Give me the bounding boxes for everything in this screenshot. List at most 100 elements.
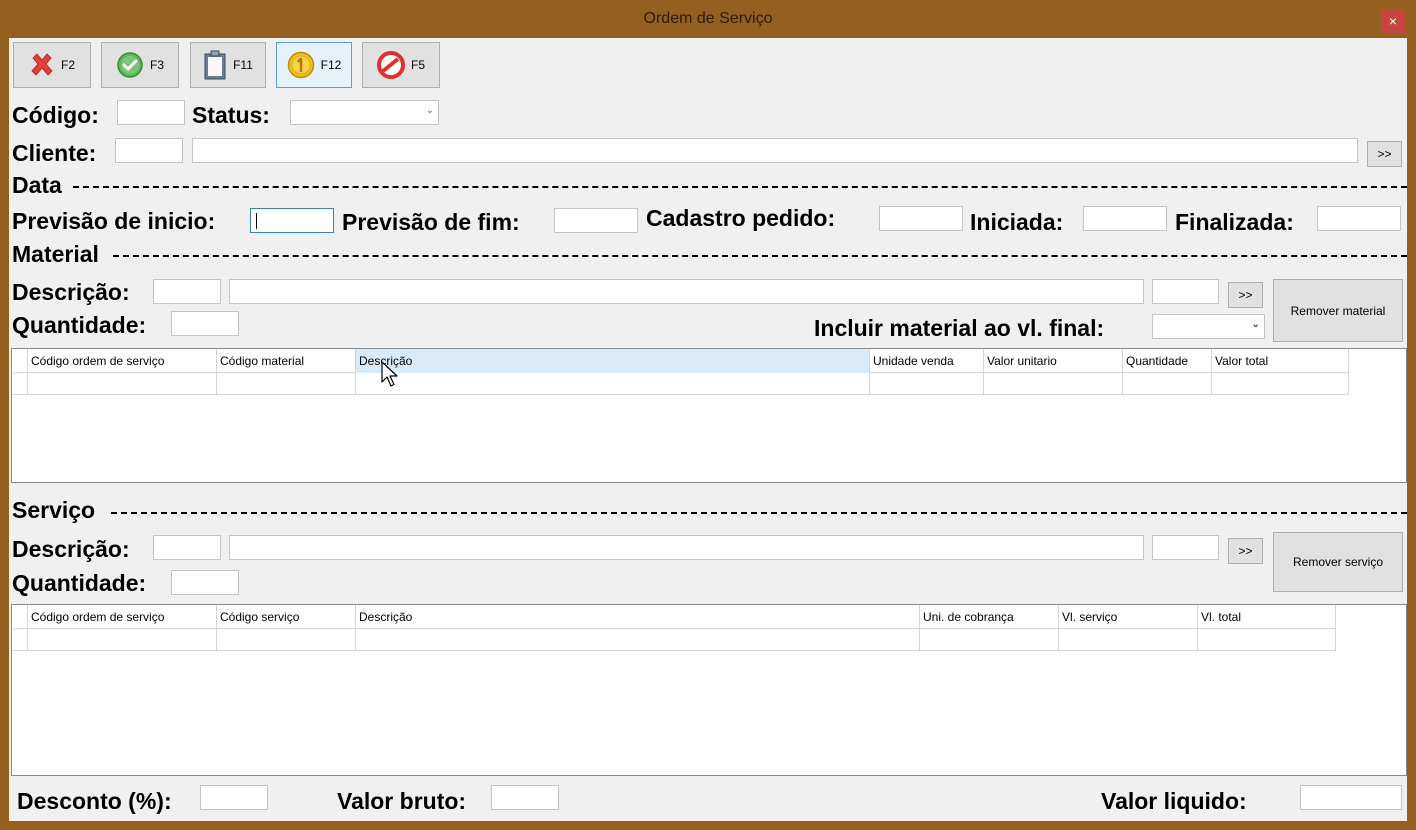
confirm-button-key: F3	[149, 58, 164, 72]
material-section-title: Material	[12, 241, 99, 267]
codigo-label: Código:	[12, 102, 99, 128]
app-window: Ordem de Serviço × F2 F3 F11 F12 F5 Códi…	[0, 0, 1416, 830]
column-header[interactable]: Quantidade	[1123, 349, 1212, 373]
servico-descricao-label: Descrição:	[12, 536, 130, 562]
table-cell[interactable]	[28, 373, 217, 395]
column-header[interactable]: Valor total	[1212, 349, 1349, 373]
cliente-label: Cliente:	[12, 140, 97, 166]
cadastro-pedido-input[interactable]	[879, 206, 963, 231]
servico-section-divider	[111, 512, 1407, 514]
column-header[interactable]: Descrição	[356, 605, 920, 629]
chevron-down-icon: ⌄	[425, 105, 434, 116]
coin-icon	[287, 51, 314, 79]
table-cell[interactable]	[1198, 629, 1336, 651]
column-header[interactable]: Descrição	[356, 349, 870, 373]
table-cell[interactable]	[356, 373, 870, 395]
servico-grid-header: Código ordem de serviço Código serviço D…	[12, 605, 1336, 629]
material-descricao-label: Descrição:	[12, 279, 130, 305]
table-cell[interactable]	[1212, 373, 1349, 395]
forbidden-button[interactable]: F5	[362, 42, 440, 88]
close-button[interactable]: ×	[1381, 9, 1405, 33]
table-cell[interactable]	[217, 629, 356, 651]
table-cell[interactable]	[356, 629, 920, 651]
column-header[interactable]: Uni. de cobrança	[920, 605, 1059, 629]
material-extra-input[interactable]	[1152, 279, 1219, 304]
material-description-input[interactable]	[229, 279, 1144, 304]
column-header[interactable]: Vl. serviço	[1059, 605, 1198, 629]
row-header-cell	[12, 605, 28, 629]
table-cell[interactable]	[1059, 629, 1198, 651]
table-row[interactable]	[12, 629, 28, 651]
table-cell[interactable]	[870, 373, 984, 395]
incluir-material-label: Incluir material ao vl. final:	[814, 315, 1105, 341]
codigo-input[interactable]	[117, 100, 185, 125]
material-section-divider	[113, 255, 1407, 257]
table-cell[interactable]	[217, 373, 356, 395]
valor-bruto-label: Valor bruto:	[337, 788, 467, 814]
previsao-inicio-label: Previsão de inicio:	[12, 208, 216, 234]
material-code-input[interactable]	[153, 279, 221, 304]
remove-servico-button[interactable]: Remover serviço	[1273, 532, 1403, 592]
column-header[interactable]: Código ordem de serviço	[28, 605, 217, 629]
data-section-title: Data	[12, 172, 62, 198]
cadastro-pedido-label: Cadastro pedido:	[646, 205, 836, 231]
row-header-cell	[12, 349, 28, 373]
table-cell[interactable]	[920, 629, 1059, 651]
servico-grid[interactable]: Código ordem de serviço Código serviço D…	[11, 604, 1407, 776]
clipboard-button-key: F11	[233, 58, 253, 72]
table-cell[interactable]	[984, 373, 1123, 395]
mouse-pointer-icon	[381, 361, 398, 387]
desconto-input[interactable]	[200, 785, 268, 810]
valor-bruto-input[interactable]	[491, 785, 559, 810]
column-header[interactable]: Vl. total	[1198, 605, 1336, 629]
chevron-down-icon: ⌄	[1251, 319, 1260, 330]
incluir-material-select[interactable]: ⌄	[1152, 314, 1265, 339]
servico-search-button[interactable]: >>	[1228, 538, 1263, 564]
servico-code-input[interactable]	[153, 535, 221, 560]
table-cell[interactable]	[28, 629, 217, 651]
valor-liquido-label: Valor liquido:	[1101, 788, 1247, 814]
cliente-name-input[interactable]	[192, 138, 1358, 163]
finalizada-input[interactable]	[1317, 206, 1401, 231]
material-grid[interactable]: Código ordem de serviço Código material …	[11, 348, 1407, 483]
material-grid-header: Código ordem de serviço Código material …	[12, 349, 1349, 373]
cancel-button[interactable]: F2	[13, 42, 91, 88]
coin-button[interactable]: F12	[276, 42, 352, 88]
material-quantidade-label: Quantidade:	[12, 312, 147, 338]
forbidden-icon	[376, 51, 405, 79]
cancel-x-icon	[31, 53, 53, 76]
column-header[interactable]: Código serviço	[217, 605, 356, 629]
servico-extra-input[interactable]	[1152, 535, 1219, 560]
clipboard-button[interactable]: F11	[190, 42, 266, 88]
coin-button-key: F12	[320, 58, 342, 72]
remove-material-button[interactable]: Remover material	[1273, 279, 1403, 342]
confirm-button[interactable]: F3	[101, 42, 179, 88]
status-select[interactable]: ⌄	[290, 100, 439, 125]
servico-description-input[interactable]	[229, 535, 1144, 560]
column-header[interactable]: Código ordem de serviço	[28, 349, 217, 373]
column-header[interactable]: Código material	[217, 349, 356, 373]
column-header[interactable]: Unidade venda	[870, 349, 984, 373]
valor-liquido-input[interactable]	[1300, 785, 1402, 810]
finalizada-label: Finalizada:	[1175, 209, 1294, 235]
column-header[interactable]: Valor unitario	[984, 349, 1123, 373]
material-search-button[interactable]: >>	[1228, 282, 1263, 308]
table-cell[interactable]	[1123, 373, 1212, 395]
cliente-code-input[interactable]	[115, 138, 183, 163]
material-quantidade-input[interactable]	[171, 311, 239, 336]
iniciada-input[interactable]	[1083, 206, 1167, 231]
title-bar[interactable]: Ordem de Serviço ×	[0, 0, 1416, 38]
confirm-check-icon	[117, 52, 143, 78]
toolbar: F2 F3 F11 F12 F5	[9, 38, 1407, 92]
servico-quantidade-input[interactable]	[171, 570, 239, 595]
previsao-fim-label: Previsão de fim:	[342, 209, 520, 235]
table-row[interactable]	[12, 373, 28, 395]
desconto-label: Desconto (%):	[17, 788, 172, 814]
clipboard-icon	[204, 50, 226, 80]
previsao-inicio-input[interactable]	[250, 208, 334, 233]
data-section-divider	[73, 186, 1407, 188]
cliente-search-button[interactable]: >>	[1367, 141, 1402, 167]
forbidden-button-key: F5	[410, 58, 425, 72]
servico-section-title: Serviço	[12, 497, 96, 523]
previsao-fim-input[interactable]	[554, 208, 638, 233]
